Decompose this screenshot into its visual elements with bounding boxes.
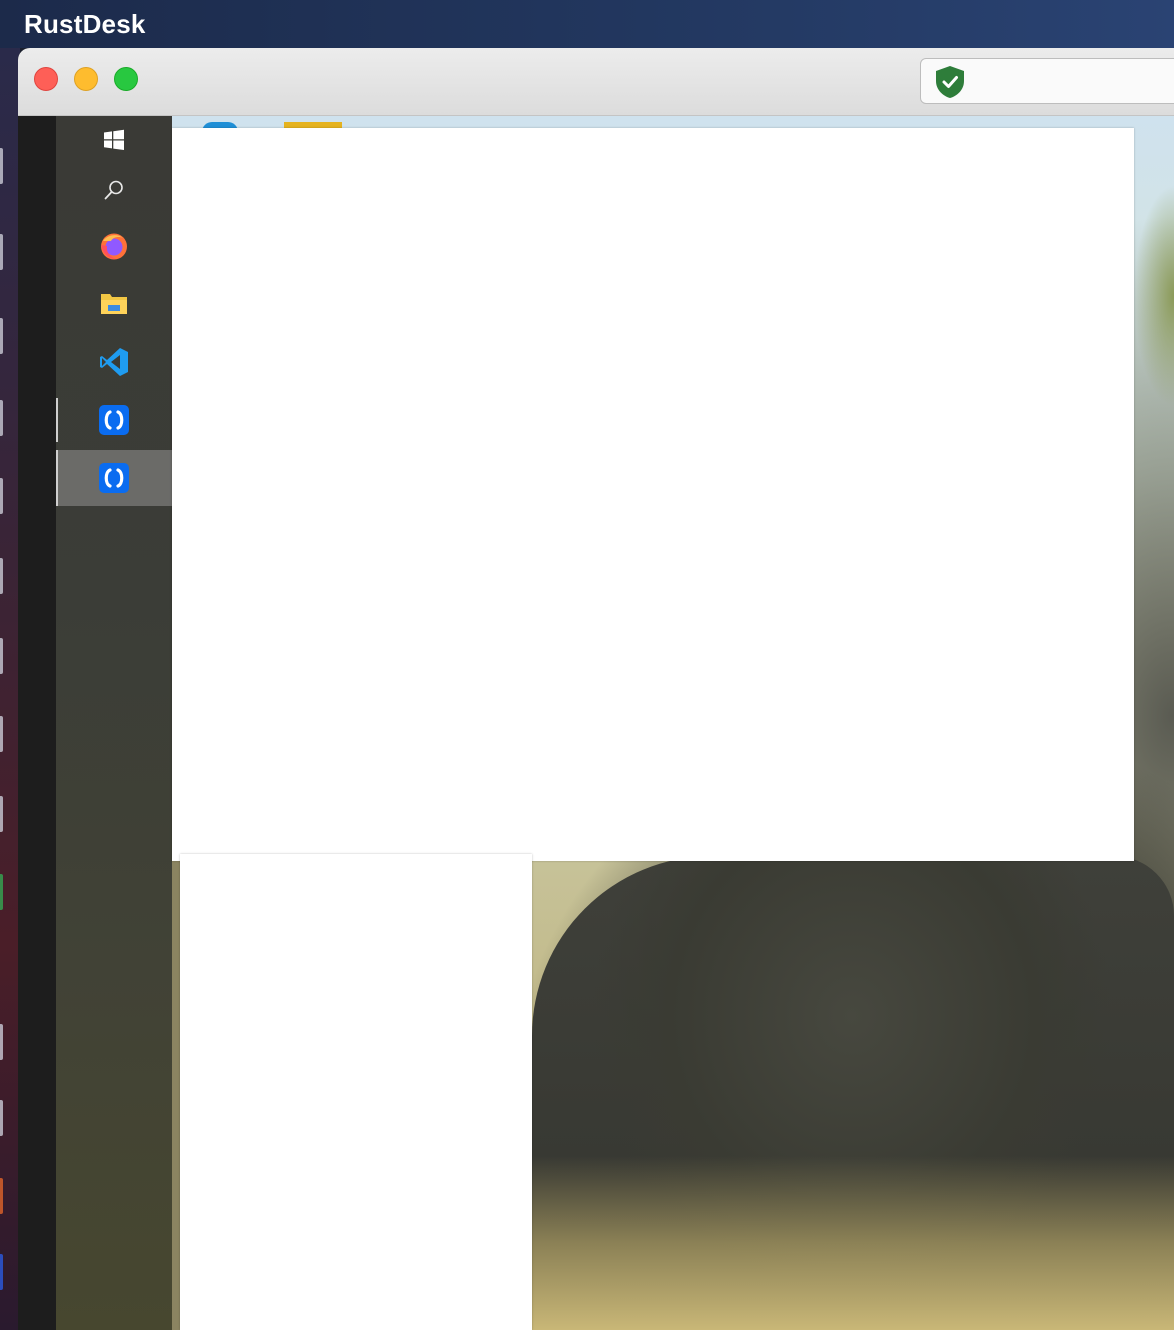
window-titlebar[interactable] [18, 48, 1174, 116]
windows-start-icon [104, 129, 124, 150]
shield-check-icon[interactable] [933, 64, 967, 100]
search-icon [104, 180, 123, 200]
dock-indicator [0, 1254, 3, 1290]
macos-menubar: RustDesk [0, 0, 1174, 48]
remote-edge [18, 116, 56, 1330]
dock-indicator [0, 796, 3, 832]
active-indicator [56, 450, 58, 506]
taskbar-item-file-explorer[interactable] [56, 276, 172, 332]
remote-desktop-view[interactable] [18, 116, 1174, 1330]
running-indicator [56, 398, 58, 442]
dock-indicator [0, 1024, 3, 1060]
remote-window-main[interactable] [172, 128, 1134, 861]
dock-indicator [0, 716, 3, 752]
close-window-button[interactable] [34, 67, 58, 91]
dock-indicator [0, 148, 3, 184]
session-toolbar[interactable] [920, 58, 1174, 104]
vscode-icon [100, 348, 128, 376]
remote-taskbar [56, 116, 172, 1330]
dock-indicator [0, 400, 3, 436]
taskbar-item-rustdesk-active[interactable] [56, 450, 172, 506]
taskbar-item-rustdesk[interactable] [56, 392, 172, 448]
rustdesk-window [18, 48, 1174, 1330]
taskbar-item-start[interactable] [56, 112, 172, 168]
dock-indicator [0, 638, 3, 674]
dock-indicator [0, 234, 3, 270]
firefox-icon [101, 233, 127, 260]
wallpaper-tree [1134, 186, 1174, 406]
app-name-label[interactable]: RustDesk [24, 9, 146, 40]
remote-window-secondary[interactable] [180, 854, 532, 1330]
dock-indicator [0, 1100, 3, 1136]
taskbar-item-vscode[interactable] [56, 334, 172, 390]
rustdesk-icon [99, 463, 129, 493]
dock-indicator [0, 318, 3, 354]
maximize-window-button[interactable] [114, 67, 138, 91]
wallpaper-grass [532, 1156, 1174, 1330]
dock-indicator [0, 874, 3, 910]
taskbar-item-firefox[interactable] [56, 218, 172, 274]
minimize-window-button[interactable] [74, 67, 98, 91]
file-explorer-icon [101, 294, 127, 314]
dock-indicator [0, 1178, 3, 1214]
desktop-background-strip [0, 48, 20, 1330]
rustdesk-icon [99, 405, 129, 435]
dock-indicator [0, 558, 3, 594]
dock-indicator [0, 478, 3, 514]
taskbar-item-search[interactable] [56, 162, 172, 218]
